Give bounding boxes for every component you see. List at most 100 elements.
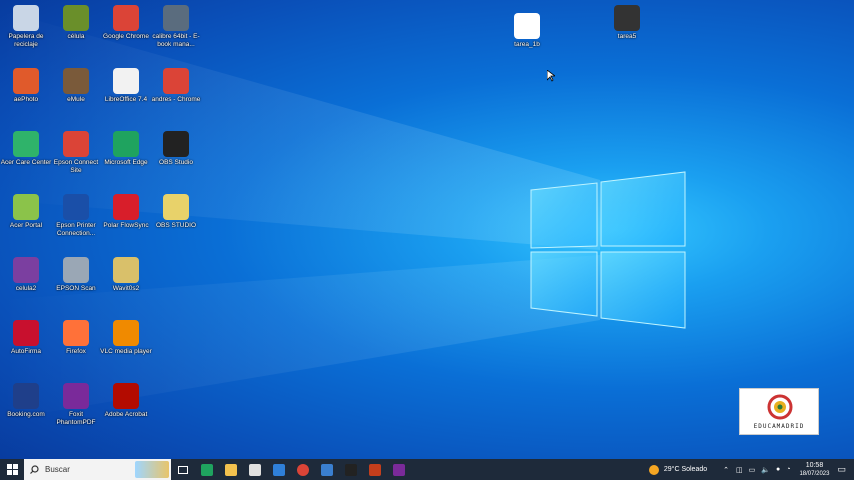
desktop-icon-label: AutoFirma: [11, 348, 41, 355]
file-explorer-icon: [225, 463, 237, 476]
desktop-icon-label: Firefox: [66, 348, 86, 355]
desktop-icon-wavit[interactable]: Wavit0s2: [100, 257, 152, 293]
desktop-icon-label: celula2: [15, 285, 37, 292]
chevron-up-icon[interactable]: ⌃: [723, 466, 729, 474]
desktop-icon-libreoffice[interactable]: LibreOffice 7.4: [100, 68, 152, 104]
desktop-icon-obs[interactable]: OBS Studio: [150, 131, 202, 167]
desktop-icon-label: Foxit PhantomPDF: [56, 411, 96, 426]
desktop-icon-label: Booking.com: [7, 411, 45, 418]
search-highlight-illustration: [135, 461, 169, 478]
desktop-icon-obs-shortcut[interactable]: OBS STUDIO: [150, 194, 202, 230]
desktop-icon-winrar[interactable]: celula2: [0, 257, 52, 293]
calibre-icon: [163, 5, 189, 31]
start-button[interactable]: [0, 459, 24, 480]
desktop-icon-label: tarea5: [617, 33, 637, 40]
clock-date: 18/07/2023: [799, 470, 830, 477]
desktop-icon-foxit[interactable]: Foxit PhantomPDF: [50, 383, 102, 426]
desktop-icon-vlc[interactable]: VLC media player: [100, 320, 152, 356]
acrobat-icon: [113, 383, 139, 409]
taskbar-file-explorer[interactable]: [219, 459, 243, 480]
desktop-icon-firefox[interactable]: Firefox: [50, 320, 102, 356]
microphone-icon[interactable]: ●: [776, 466, 780, 473]
desktop-icon-chrome[interactable]: Google Chrome: [100, 5, 152, 41]
taskbar-task-view[interactable]: [171, 459, 195, 480]
emule-icon: [63, 68, 89, 94]
booking-icon: [13, 383, 39, 409]
foxit-icon: [63, 383, 89, 409]
desktop-icon-aephoto[interactable]: aePhoto: [0, 68, 52, 104]
store-icon: [249, 463, 261, 476]
desktop-icon-acer-care-center[interactable]: Acer Care Center: [0, 131, 52, 167]
desktop-icon-label: Google Chrome: [103, 33, 149, 40]
tarea1b-file-icon: [514, 13, 540, 39]
desktop-icon-edge[interactable]: Microsoft Edge: [100, 131, 152, 167]
desktop-icon-polar[interactable]: Polar FlowSync: [100, 194, 152, 230]
taskbar-foxit-taskbar[interactable]: [387, 459, 411, 480]
sun-icon: [648, 464, 659, 475]
epson-connect-icon: [63, 131, 89, 157]
weather-text: 29°C Soleado: [663, 466, 708, 473]
taskbar-chrome-taskbar[interactable]: [291, 459, 315, 480]
desktop-icon-label: OBS Studio: [159, 159, 193, 166]
desktop-icon-acrobat[interactable]: Adobe Acrobat: [100, 383, 152, 419]
taskbar-photos[interactable]: [315, 459, 339, 480]
desktop-icon-epson-scan[interactable]: EPSON Scan: [50, 257, 102, 293]
desktop-icon-emule[interactable]: eMule: [50, 68, 102, 104]
desktop-icon-label: VLC media player: [100, 348, 152, 355]
libreoffice-icon: [113, 68, 139, 94]
pinned-apps: [171, 459, 411, 480]
epson-scan-icon: [63, 257, 89, 283]
desktop-icon-recycle-bin[interactable]: Papelera de reciclaje: [0, 5, 52, 48]
search-icon: [30, 465, 39, 474]
desktop-icon-label: Acer Care Center: [0, 159, 52, 166]
desktop-icon-booking[interactable]: Booking.com: [0, 383, 52, 419]
firefox-icon: [63, 320, 89, 346]
edge-icon: [113, 131, 139, 157]
vlc-icon: [113, 320, 139, 346]
polar-icon: [113, 194, 139, 220]
desktop-icon-label: aePhoto: [13, 96, 39, 103]
chrome-taskbar-icon: [297, 463, 309, 476]
desktop-icon-label: OBS STUDIO: [155, 222, 197, 229]
desktop-icon-epson-connect[interactable]: Epson Connect Site: [50, 131, 102, 174]
desktop-icon-label: eMule: [67, 96, 85, 103]
clock-time: 10:58: [805, 461, 824, 469]
desktop-icon-tarea5-video[interactable]: tarea5: [601, 5, 653, 41]
desktop-icon-autofirma[interactable]: AutoFirma: [0, 320, 52, 356]
taskbar-powerpoint[interactable]: [363, 459, 387, 480]
epson-printer-icon: [63, 194, 89, 220]
taskbar-store[interactable]: [243, 459, 267, 480]
desktop-icon-epson-printer[interactable]: Epson Printer Connection...: [50, 194, 102, 237]
battery-icon[interactable]: ▭: [749, 466, 756, 474]
taskbar-obs-taskbar[interactable]: [339, 459, 363, 480]
system-tray: 29°C Soleado ⌃ ◫ ▭ 🔈 ● ◔ 10:58 18/07/202…: [648, 459, 854, 480]
desktop-icon-label: Adobe Acrobat: [104, 411, 148, 418]
obs-shortcut-icon: [163, 194, 189, 220]
desktop-icon-label: Acer Portal: [9, 222, 43, 229]
desktop-icon-label: andres - Chrome: [151, 96, 201, 103]
desktop-icon-celula[interactable]: célula: [50, 5, 102, 41]
desktop-icon-acer-portal[interactable]: Acer Portal: [0, 194, 52, 230]
desktop-icon-label: Microsoft Edge: [104, 159, 148, 166]
notification-icon[interactable]: ▭: [837, 464, 846, 475]
educamadrid-emblem-icon: [767, 394, 793, 420]
educamadrid-logo: EDUCAMADRID: [739, 388, 819, 435]
powerpoint-icon: [369, 463, 381, 476]
desktop-icon-chrome-profile[interactable]: andres - Chrome: [150, 68, 202, 104]
desktop-icon-tarea1b-file[interactable]: tarea_1b: [501, 13, 553, 49]
weather-widget[interactable]: 29°C Soleado: [648, 464, 708, 475]
wifi-icon[interactable]: ◔: [786, 466, 790, 473]
taskbar-search-box[interactable]: Buscar: [24, 459, 171, 480]
taskbar-mail[interactable]: [267, 459, 291, 480]
windows-logo-icon: [6, 464, 18, 475]
desktop-icon-label: EPSON Scan: [56, 285, 96, 292]
network-icon[interactable]: ◫: [736, 466, 743, 474]
desktop-icon-label: Wavit0s2: [112, 285, 140, 292]
desktop-icon-calibre[interactable]: calibre 64bit - E-book mana...: [150, 5, 202, 48]
clock[interactable]: 10:58 18/07/2023: [799, 462, 829, 478]
volume-icon[interactable]: 🔈: [761, 466, 770, 474]
taskbar-edge-taskbar[interactable]: [195, 459, 219, 480]
acer-portal-icon: [13, 194, 39, 220]
chrome-profile-icon: [163, 68, 189, 94]
winrar-icon: [13, 257, 39, 283]
